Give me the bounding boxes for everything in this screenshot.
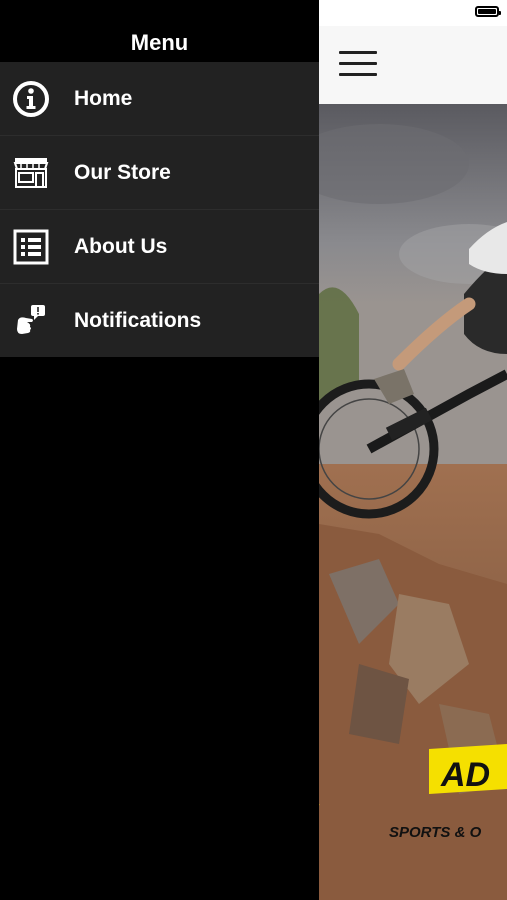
- menu-item-label: Home: [74, 87, 133, 110]
- drawer-title: Menu: [130, 30, 189, 55]
- hero-logo-text: AD: [440, 756, 490, 794]
- mountain-bike-photo: AD SPORTS & O: [319, 104, 507, 900]
- battery-icon: [475, 6, 501, 17]
- menu-item-label: Notifications: [74, 309, 202, 332]
- status-bar: [319, 0, 507, 26]
- hero-logo-subtext: SPORTS & O: [389, 824, 482, 841]
- menu-item-about-us[interactable]: About Us: [0, 210, 319, 284]
- hamburger-menu-button[interactable]: [339, 49, 377, 79]
- menu-item-home[interactable]: Home: [0, 62, 319, 136]
- menu-item-label: About Us: [74, 235, 168, 258]
- menu-item-notifications[interactable]: Notifications: [0, 284, 319, 357]
- main-content: AD SPORTS & O: [319, 0, 507, 900]
- notification-hand-icon: [17, 305, 45, 334]
- menu-item-label: Our Store: [74, 161, 171, 184]
- drawer-menu: Home Our Store About Us Notifications: [0, 62, 319, 357]
- app-bar: [319, 26, 507, 104]
- navigation-drawer: Menu Home Our Store About Us Notificatio…: [0, 0, 319, 900]
- list-icon: [13, 229, 49, 265]
- hero-image: AD SPORTS & O: [319, 104, 507, 900]
- menu-item-our-store[interactable]: Our Store: [0, 136, 319, 210]
- info-icon: [13, 81, 49, 117]
- store-icon: [13, 158, 49, 188]
